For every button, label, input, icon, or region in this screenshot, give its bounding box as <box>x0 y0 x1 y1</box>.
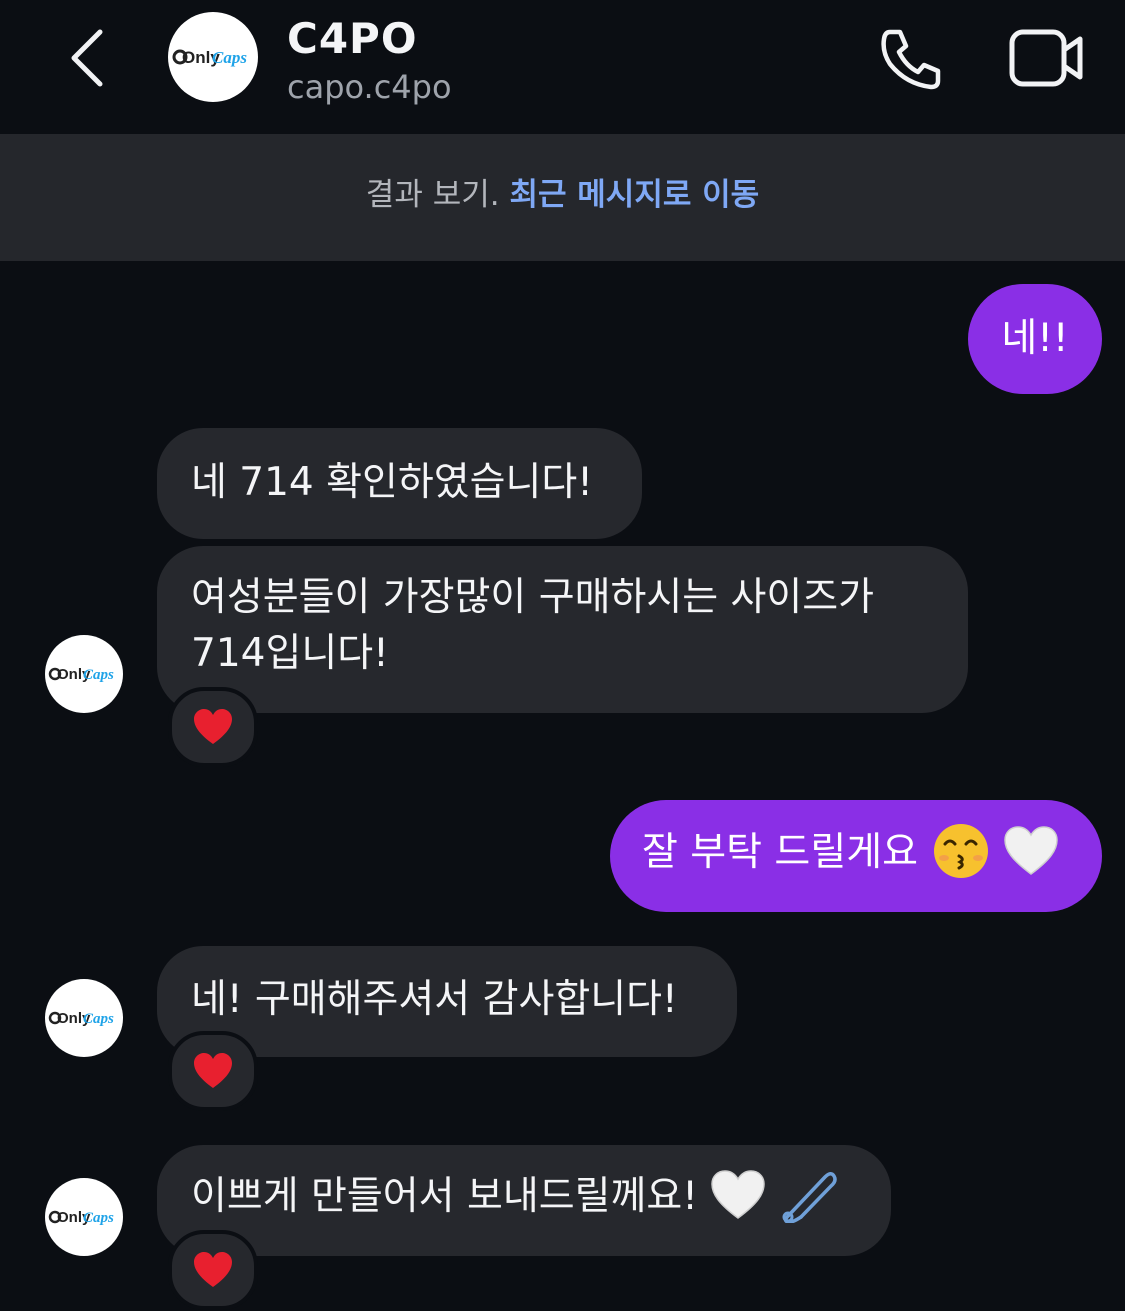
reaction-badge[interactable] <box>168 1031 258 1111</box>
message-bubble-incoming[interactable]: 네 714 확인하였습니다! <box>157 428 642 539</box>
onlycaps-logo: Only Caps <box>172 48 247 67</box>
sender-avatar[interactable]: Only Caps <box>45 979 123 1057</box>
svg-text:Caps: Caps <box>83 1011 114 1027</box>
red-heart-icon <box>194 1053 232 1088</box>
message-bubble-incoming[interactable]: 여성분들이 가장많이 구매하시는 사이즈가 714입니다! <box>157 546 968 713</box>
safety-pin-icon <box>782 1171 837 1223</box>
svg-text:Caps: Caps <box>212 48 247 67</box>
onlycaps-logo: Only Caps <box>48 1010 114 1027</box>
message-bubble-incoming[interactable]: 이쁘게 만들어서 보내드릴께요! <box>157 1145 891 1256</box>
sender-avatar[interactable]: Only Caps <box>45 635 123 713</box>
message-text: 이쁘게 만들어서 보내드릴께요! <box>191 1174 698 1219</box>
message-bubble-outgoing[interactable]: 네!! <box>968 284 1102 394</box>
reaction-badge[interactable] <box>168 687 258 767</box>
phone-icon[interactable] <box>876 24 946 94</box>
red-heart-icon <box>194 709 232 744</box>
kissing-face-icon <box>934 823 989 878</box>
contact-username: capo.c4po <box>287 68 452 106</box>
chat-header: Only Caps C4PO capo.c4po <box>0 0 1125 134</box>
message-text-line: 714입니다! <box>191 631 389 676</box>
red-heart-icon <box>194 1252 232 1287</box>
onlycaps-logo: Only Caps <box>48 1209 114 1226</box>
message-text: 잘 부탁 드릴게요 <box>642 830 918 875</box>
svg-text:Caps: Caps <box>83 667 114 683</box>
search-results-banner: 결과 보기. 최근 메시지로 이동 <box>0 134 1125 261</box>
message-text: 네! 구매해주셔서 감사합니다! <box>191 977 678 1022</box>
message-text: 네!! <box>1001 316 1069 361</box>
sender-avatar[interactable]: Only Caps <box>45 1178 123 1256</box>
contact-avatar[interactable]: Only Caps <box>168 12 258 102</box>
contact-name[interactable]: C4PO <box>287 14 418 63</box>
message-bubble-outgoing[interactable]: 잘 부탁 드릴게요 <box>610 800 1102 912</box>
message-text: 네 714 확인하였습니다! <box>191 460 593 505</box>
svg-text:Caps: Caps <box>83 1210 114 1226</box>
jump-to-recent-link[interactable]: 최근 메시지로 이동 <box>509 177 759 213</box>
message-text-line: 여성분들이 가장많이 구매하시는 사이즈가 <box>191 575 875 620</box>
white-heart-icon <box>711 1169 766 1219</box>
onlycaps-logo: Only Caps <box>48 666 114 683</box>
reaction-badge[interactable] <box>168 1230 258 1310</box>
white-heart-icon <box>1004 825 1058 875</box>
video-camera-icon[interactable] <box>1008 26 1084 90</box>
banner-text: 결과 보기. <box>365 177 500 213</box>
back-chevron-icon[interactable] <box>62 26 118 90</box>
